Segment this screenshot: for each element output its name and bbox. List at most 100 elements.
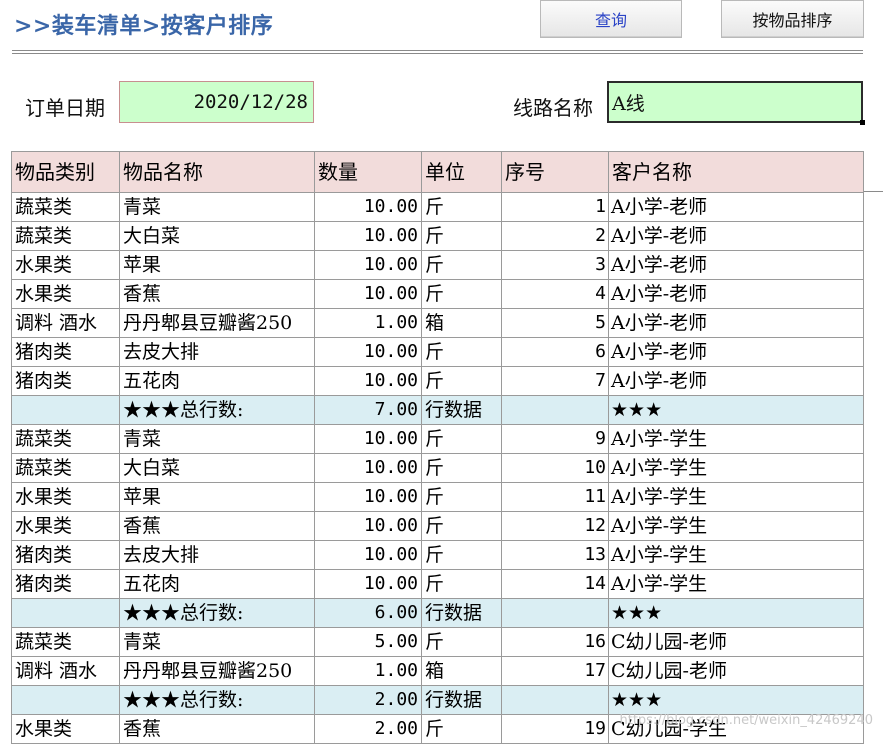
cell-item-name[interactable]: 丹丹郫县豆瓣酱250: [119, 308, 315, 338]
cell-seq[interactable]: 14: [501, 569, 609, 599]
cell-customer[interactable]: A小学-老师: [608, 279, 864, 309]
column-header-seq[interactable]: 序号: [501, 151, 609, 193]
cell-category[interactable]: 蔬菜类: [11, 453, 120, 483]
cell-seq[interactable]: 7: [501, 366, 609, 396]
cell-seq[interactable]: [501, 395, 609, 425]
cell-unit[interactable]: 箱: [421, 308, 502, 338]
cell-customer[interactable]: A小学-学生: [608, 540, 864, 570]
cell-quantity[interactable]: 10.00: [314, 453, 422, 483]
cell-seq[interactable]: 5: [501, 308, 609, 338]
cell-customer[interactable]: A小学-老师: [608, 221, 864, 251]
cell-unit[interactable]: 行数据: [421, 685, 502, 715]
cell-category[interactable]: [11, 598, 120, 628]
cell-seq[interactable]: 3: [501, 250, 609, 280]
cell-unit[interactable]: 斤: [421, 511, 502, 541]
cell-unit[interactable]: 斤: [421, 279, 502, 309]
cell-item-name[interactable]: ★★★总行数:: [119, 685, 315, 715]
cell-quantity[interactable]: 10.00: [314, 192, 422, 222]
cell-category[interactable]: 水果类: [11, 250, 120, 280]
cell-quantity[interactable]: 5.00: [314, 627, 422, 657]
cell-quantity[interactable]: 1.00: [314, 656, 422, 686]
column-header-item-name[interactable]: 物品名称: [119, 151, 315, 193]
cell-category[interactable]: 猪肉类: [11, 569, 120, 599]
cell-quantity[interactable]: 6.00: [314, 598, 422, 628]
cell-unit[interactable]: 斤: [421, 424, 502, 454]
fill-handle[interactable]: [860, 120, 865, 125]
cell-unit[interactable]: 斤: [421, 540, 502, 570]
cell-category[interactable]: 水果类: [11, 279, 120, 309]
cell-item-name[interactable]: 丹丹郫县豆瓣酱250: [119, 656, 315, 686]
cell-category[interactable]: 蔬菜类: [11, 192, 120, 222]
cell-customer[interactable]: A小学-学生: [608, 453, 864, 483]
cell-quantity[interactable]: 7.00: [314, 395, 422, 425]
cell-category[interactable]: 水果类: [11, 511, 120, 541]
cell-item-name[interactable]: 香蕉: [119, 279, 315, 309]
cell-item-name[interactable]: 大白菜: [119, 221, 315, 251]
cell-unit[interactable]: 行数据: [421, 598, 502, 628]
cell-unit[interactable]: 斤: [421, 192, 502, 222]
cell-quantity[interactable]: 10.00: [314, 540, 422, 570]
order-date-field[interactable]: 2020/12/28: [119, 81, 314, 123]
cell-category[interactable]: 蔬菜类: [11, 627, 120, 657]
cell-seq[interactable]: 1: [501, 192, 609, 222]
cell-customer[interactable]: A小学-老师: [608, 192, 864, 222]
cell-seq[interactable]: 13: [501, 540, 609, 570]
cell-item-name[interactable]: 五花肉: [119, 569, 315, 599]
cell-quantity[interactable]: 10.00: [314, 279, 422, 309]
cell-category[interactable]: 猪肉类: [11, 366, 120, 396]
cell-unit[interactable]: 行数据: [421, 395, 502, 425]
cell-customer[interactable]: C幼儿园-老师: [608, 656, 864, 686]
cell-item-name[interactable]: ★★★总行数:: [119, 395, 315, 425]
cell-unit[interactable]: 斤: [421, 482, 502, 512]
cell-unit[interactable]: 斤: [421, 337, 502, 367]
cell-seq[interactable]: 9: [501, 424, 609, 454]
cell-seq[interactable]: 2: [501, 221, 609, 251]
cell-category[interactable]: 水果类: [11, 714, 120, 744]
cell-item-name[interactable]: 苹果: [119, 482, 315, 512]
cell-customer[interactable]: C幼儿园-老师: [608, 627, 864, 657]
cell-item-name[interactable]: 大白菜: [119, 453, 315, 483]
cell-category[interactable]: [11, 685, 120, 715]
cell-quantity[interactable]: 10.00: [314, 250, 422, 280]
cell-unit[interactable]: 斤: [421, 366, 502, 396]
cell-item-name[interactable]: 去皮大排: [119, 337, 315, 367]
cell-item-name[interactable]: 青菜: [119, 192, 315, 222]
cell-item-name[interactable]: 苹果: [119, 250, 315, 280]
cell-seq[interactable]: 17: [501, 656, 609, 686]
cell-item-name[interactable]: 青菜: [119, 627, 315, 657]
cell-seq[interactable]: 12: [501, 511, 609, 541]
cell-seq[interactable]: [501, 598, 609, 628]
cell-item-name[interactable]: ★★★总行数:: [119, 598, 315, 628]
cell-unit[interactable]: 箱: [421, 656, 502, 686]
cell-category[interactable]: 调料 酒水: [11, 656, 120, 686]
cell-seq[interactable]: 6: [501, 337, 609, 367]
column-header-category[interactable]: 物品类别: [11, 151, 120, 193]
column-header-unit[interactable]: 单位: [421, 151, 502, 193]
cell-category[interactable]: 猪肉类: [11, 337, 120, 367]
cell-unit[interactable]: 斤: [421, 627, 502, 657]
cell-quantity[interactable]: 1.00: [314, 308, 422, 338]
query-button[interactable]: 查询: [540, 0, 682, 38]
cell-category[interactable]: 蔬菜类: [11, 221, 120, 251]
cell-quantity[interactable]: 2.00: [314, 685, 422, 715]
route-name-field[interactable]: A线: [607, 81, 865, 125]
cell-unit[interactable]: 斤: [421, 714, 502, 744]
cell-seq[interactable]: 19: [501, 714, 609, 744]
cell-category[interactable]: 蔬菜类: [11, 424, 120, 454]
cell-item-name[interactable]: 五花肉: [119, 366, 315, 396]
cell-unit[interactable]: 斤: [421, 250, 502, 280]
cell-customer[interactable]: A小学-老师: [608, 366, 864, 396]
cell-category[interactable]: 猪肉类: [11, 540, 120, 570]
cell-seq[interactable]: [501, 685, 609, 715]
cell-unit[interactable]: 斤: [421, 221, 502, 251]
cell-category[interactable]: 水果类: [11, 482, 120, 512]
cell-customer[interactable]: A小学-学生: [608, 424, 864, 454]
cell-seq[interactable]: 4: [501, 279, 609, 309]
cell-customer[interactable]: A小学-老师: [608, 250, 864, 280]
cell-customer[interactable]: A小学-学生: [608, 569, 864, 599]
sort-by-item-button[interactable]: 按物品排序: [721, 0, 864, 38]
cell-quantity[interactable]: 10.00: [314, 482, 422, 512]
cell-seq[interactable]: 10: [501, 453, 609, 483]
cell-customer[interactable]: A小学-学生: [608, 482, 864, 512]
cell-quantity[interactable]: 2.00: [314, 714, 422, 744]
